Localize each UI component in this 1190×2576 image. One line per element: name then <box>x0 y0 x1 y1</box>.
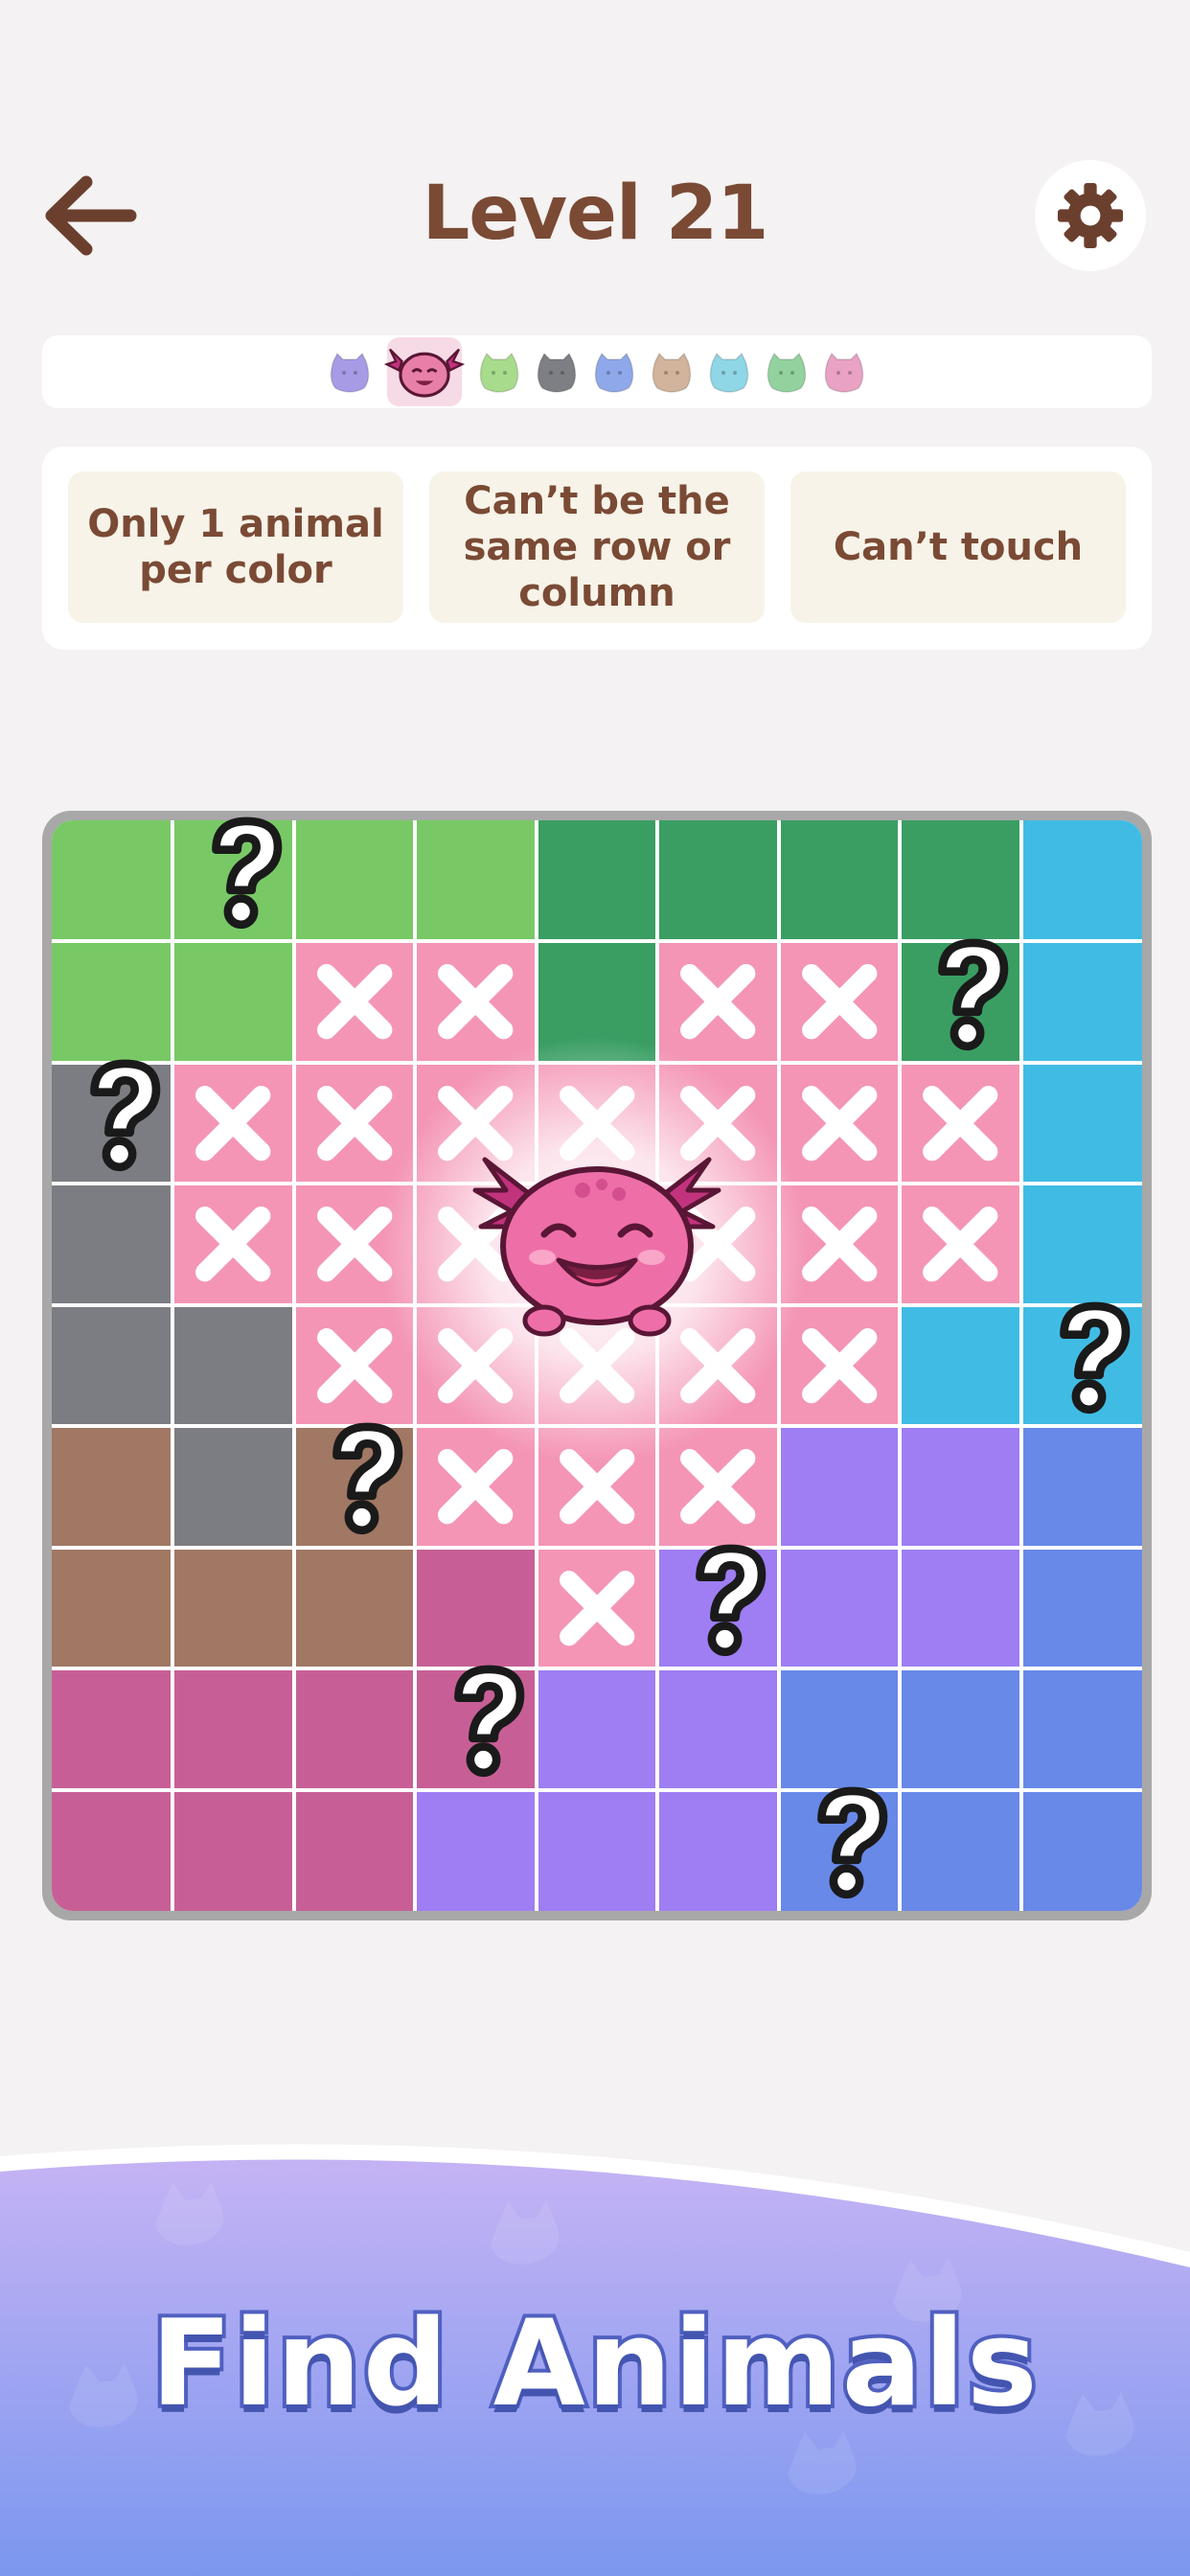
axolotl-found-icon <box>472 1157 721 1337</box>
grid-cell[interactable] <box>417 1549 535 1668</box>
grid-cell[interactable] <box>1022 1791 1142 1911</box>
x-mark-icon <box>438 964 514 1040</box>
x-mark-icon <box>316 964 393 1040</box>
rule-not-same-row-column: Can’t be the same row or column <box>429 472 765 623</box>
grid-cell[interactable] <box>295 1670 414 1788</box>
grid-cell[interactable] <box>659 1791 777 1911</box>
gray-bunny-icon <box>537 352 577 393</box>
grid-cell[interactable] <box>659 943 777 1061</box>
grid-cell[interactable] <box>659 820 777 940</box>
grid-cell[interactable] <box>174 1064 292 1183</box>
question-mark-icon <box>1059 1301 1131 1414</box>
grid-cell[interactable] <box>52 1791 172 1911</box>
brown-creature-icon <box>652 352 692 393</box>
grid-cell[interactable] <box>52 820 172 940</box>
rule-cant-touch: Can’t touch <box>790 472 1126 623</box>
grid-cell[interactable] <box>780 1549 899 1668</box>
grid-cell[interactable] <box>780 1428 899 1546</box>
grid-cell[interactable] <box>780 820 899 940</box>
grid-cell[interactable] <box>902 1064 1019 1183</box>
grid-cell[interactable] <box>174 943 292 1061</box>
grid-cell[interactable] <box>1022 1670 1142 1788</box>
rule-one-per-color: Only 1 animal per color <box>68 472 403 623</box>
grid-cell[interactable] <box>174 1306 292 1425</box>
grid-cell[interactable] <box>52 943 172 1061</box>
grid-cell[interactable] <box>417 1791 535 1911</box>
grid-cell[interactable] <box>174 1791 292 1911</box>
animal-progress-strip <box>42 335 1152 408</box>
grid-cell[interactable] <box>659 1670 777 1788</box>
grid-cell[interactable] <box>1022 1064 1142 1183</box>
grid-cell[interactable] <box>295 943 414 1061</box>
grid-cell[interactable] <box>538 1549 656 1668</box>
grid-cell[interactable] <box>902 1670 1019 1788</box>
grid-cell[interactable] <box>174 1670 292 1788</box>
grid-cell[interactable] <box>902 1185 1019 1303</box>
x-mark-icon <box>195 1085 271 1162</box>
level-title: Level 21 <box>422 171 769 257</box>
pink-blob-icon <box>824 352 864 393</box>
x-mark-icon <box>801 1085 878 1162</box>
grid-cell[interactable] <box>52 1306 172 1425</box>
blue-creature-icon <box>594 352 634 393</box>
x-mark-icon <box>559 1570 635 1646</box>
grid-cell[interactable] <box>1022 943 1142 1061</box>
grid-cell[interactable] <box>417 943 535 1061</box>
grid-cell[interactable] <box>417 820 535 940</box>
rules-panel: Only 1 animal per color Can’t be the sam… <box>42 447 1152 650</box>
grid-cell[interactable] <box>1022 1428 1142 1546</box>
grid-cell[interactable] <box>902 1791 1019 1911</box>
grid-cell[interactable] <box>538 1670 656 1788</box>
top-bar: Level 21 <box>0 144 1190 288</box>
green-creature-icon <box>767 352 807 393</box>
x-mark-icon <box>801 964 878 1040</box>
grid-cell[interactable] <box>295 1791 414 1911</box>
grid-cell[interactable] <box>538 1791 656 1911</box>
purple-creature-icon <box>330 352 370 393</box>
cyan-creature-icon <box>709 352 749 393</box>
question-mark-icon <box>90 1059 161 1172</box>
grid-cell[interactable] <box>1022 1549 1142 1668</box>
question-mark-icon <box>938 938 1009 1050</box>
grid-cell[interactable] <box>1022 820 1142 940</box>
grid-cell[interactable] <box>52 1670 172 1788</box>
question-mark-icon <box>332 1423 403 1535</box>
gear-icon <box>1057 182 1124 249</box>
grid-cell[interactable] <box>295 820 414 940</box>
grid-cell[interactable] <box>52 1428 172 1546</box>
grid-cell[interactable] <box>780 1306 899 1425</box>
grid-cell[interactable] <box>295 1549 414 1668</box>
grid-cell[interactable] <box>52 1185 172 1303</box>
x-mark-icon <box>195 1207 271 1282</box>
grid-cell[interactable] <box>174 1185 292 1303</box>
grid-cell[interactable] <box>174 1428 292 1546</box>
grid-cell[interactable] <box>902 1306 1019 1425</box>
grid-cell[interactable] <box>780 943 899 1061</box>
x-mark-icon <box>801 1327 878 1404</box>
grid-cell[interactable] <box>902 820 1019 940</box>
grid-cell[interactable] <box>902 1549 1019 1668</box>
question-mark-icon <box>696 1544 767 1657</box>
x-mark-icon <box>680 964 756 1040</box>
banner-title: Find Animals <box>147 2291 1041 2437</box>
grid-cell[interactable] <box>52 1549 172 1668</box>
grid-cell[interactable] <box>1022 1185 1142 1303</box>
grid-cell[interactable] <box>780 1064 899 1183</box>
axolotl-icon <box>383 337 466 406</box>
grid-cell[interactable] <box>780 1670 899 1788</box>
x-mark-icon <box>923 1085 998 1162</box>
question-mark-icon <box>211 816 282 930</box>
grid-cell[interactable] <box>538 820 656 940</box>
question-mark-icon <box>453 1665 524 1778</box>
grid-cell[interactable] <box>174 1549 292 1668</box>
question-mark-icon <box>817 1786 888 1898</box>
green-blob-icon <box>479 352 519 393</box>
x-mark-icon <box>923 1207 998 1282</box>
settings-button[interactable] <box>1035 160 1146 271</box>
grid-cell[interactable] <box>902 1428 1019 1546</box>
